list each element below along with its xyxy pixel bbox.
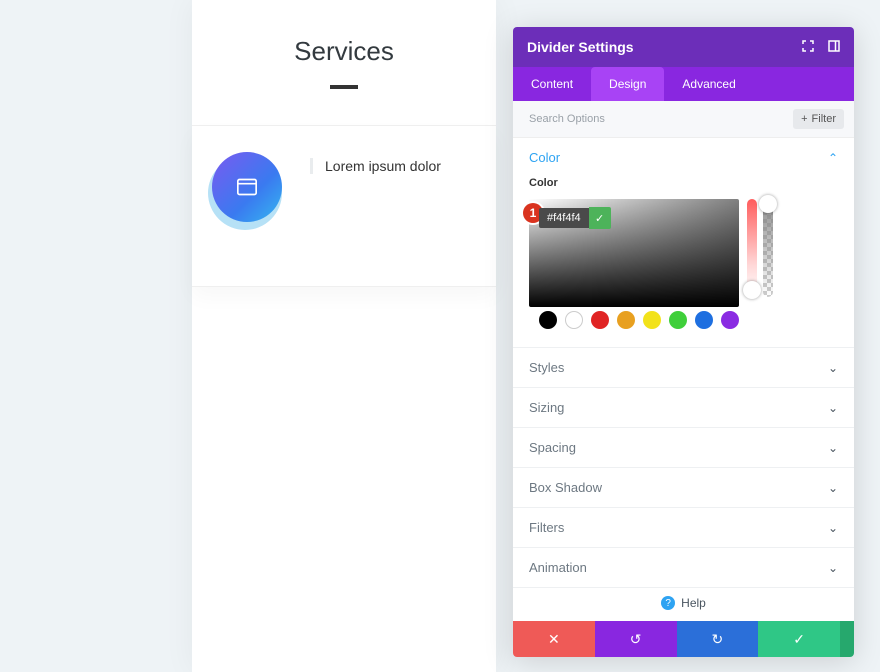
hex-pill: #f4f4f4 ✓ [539,207,611,229]
card-icon-wrap [212,152,286,226]
section-sizing-title: Sizing [529,400,564,415]
alpha-slider[interactable] [763,199,773,297]
panel-body: Color ⌃ Color 1 #f4f4f4 ✓ [513,138,854,621]
chevron-down-icon: ⌄ [828,441,838,455]
section-spacing: Spacing ⌄ [513,428,854,468]
tabs: Content Design Advanced [513,67,854,101]
section-styles: Styles ⌄ [513,348,854,388]
redo-button[interactable]: ↻ [677,621,759,657]
color-swatch[interactable] [669,311,687,329]
page-title: Services [192,36,496,67]
section-spacing-title: Spacing [529,440,576,455]
section-filters: Filters ⌄ [513,508,854,548]
settings-footer: ✕ ↺ ↻ ✓ [513,621,854,657]
chevron-down-icon: ⌄ [828,561,838,575]
chevron-down-icon: ⌄ [828,521,838,535]
hue-handle[interactable] [743,281,761,299]
tab-content[interactable]: Content [513,67,591,101]
filter-button[interactable]: + Filter [793,109,844,129]
preview-panel: Services Lorem ipsum dolor [192,0,496,672]
plus-icon: + [801,113,807,125]
alpha-handle[interactable] [759,195,777,213]
settings-title: Divider Settings [527,39,634,55]
section-color-header[interactable]: Color ⌃ [513,138,854,177]
color-swatch[interactable] [695,311,713,329]
color-swatch[interactable] [565,311,583,329]
save-button[interactable]: ✓ [758,621,840,657]
search-input[interactable]: Search Options [529,113,605,125]
help-icon: ? [661,596,675,610]
color-picker[interactable]: 1 #f4f4f4 ✓ [529,199,739,329]
section-box-shadow-title: Box Shadow [529,480,602,495]
color-swatch[interactable] [721,311,739,329]
settings-panel: Divider Settings Content Design Advanced… [513,27,854,657]
color-swatch[interactable] [643,311,661,329]
confirm-color-button[interactable]: ✓ [589,207,611,229]
section-styles-title: Styles [529,360,564,375]
color-sublabel: Color [529,177,838,189]
section-sizing: Sizing ⌄ [513,388,854,428]
section-color-title: Color [529,150,560,165]
chevron-down-icon: ⌄ [828,401,838,415]
tab-design[interactable]: Design [591,67,664,101]
cancel-button[interactable]: ✕ [513,621,595,657]
section-filters-title: Filters [529,520,564,535]
section-color: Color ⌃ Color 1 #f4f4f4 ✓ [513,138,854,348]
divider-preview [330,85,358,89]
chevron-up-icon: ⌃ [828,151,838,165]
section-animation: Animation ⌄ [513,548,854,588]
help-link[interactable]: ? Help [513,588,854,618]
color-swatch[interactable] [539,311,557,329]
color-swatch[interactable] [617,311,635,329]
undo-button[interactable]: ↺ [595,621,677,657]
expand-icon[interactable] [802,40,814,55]
search-row: Search Options + Filter [513,101,854,138]
resize-handle[interactable] [840,621,854,657]
chevron-down-icon: ⌄ [828,481,838,495]
hex-input[interactable]: #f4f4f4 [539,208,589,228]
dock-icon[interactable] [828,40,840,55]
window-icon [212,152,282,222]
service-card: Lorem ipsum dolor [192,125,496,287]
swatch-row [539,311,749,329]
settings-header: Divider Settings [513,27,854,67]
section-animation-title: Animation [529,560,587,575]
filter-label: Filter [812,113,836,125]
color-swatch[interactable] [591,311,609,329]
chevron-down-icon: ⌄ [828,361,838,375]
card-text: Lorem ipsum dolor [310,158,441,174]
tab-advanced[interactable]: Advanced [664,67,753,101]
help-label: Help [681,596,706,610]
section-box-shadow: Box Shadow ⌄ [513,468,854,508]
